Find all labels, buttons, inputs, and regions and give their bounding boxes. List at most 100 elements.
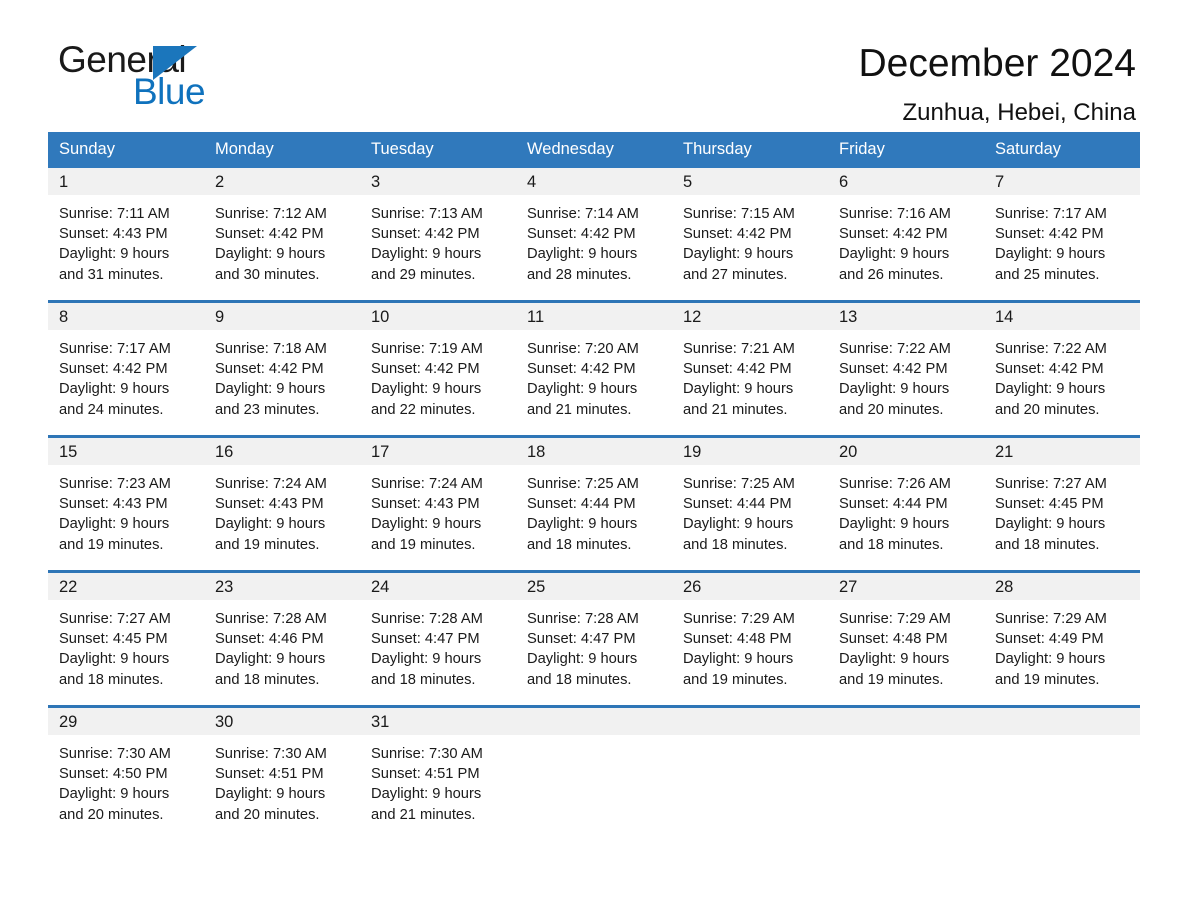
calendar-day-cell[interactable]: 6 Sunrise: 7:16 AM Sunset: 4:42 PM Dayli… bbox=[828, 168, 984, 302]
calendar-day-cell[interactable]: 24 Sunrise: 7:28 AM Sunset: 4:47 PM Dayl… bbox=[360, 570, 516, 707]
daylight-text-line1: Daylight: 9 hours bbox=[371, 651, 482, 668]
day-details: Sunrise: 7:22 AM Sunset: 4:42 PM Dayligh… bbox=[984, 330, 1140, 420]
calendar-day-cell[interactable]: 13 Sunrise: 7:22 AM Sunset: 4:42 PM Dayl… bbox=[828, 300, 984, 437]
calendar-day-cell[interactable]: 17 Sunrise: 7:24 AM Sunset: 4:43 PM Dayl… bbox=[360, 435, 516, 572]
day-number: 1 bbox=[48, 168, 204, 195]
calendar-day-cell[interactable]: 3 Sunrise: 7:13 AM Sunset: 4:42 PM Dayli… bbox=[360, 168, 516, 302]
sunrise-text: Sunrise: 7:22 AM bbox=[995, 341, 1107, 357]
daylight-text-line2: and 27 minutes. bbox=[683, 266, 788, 283]
calendar-day-cell[interactable]: 4 Sunrise: 7:14 AM Sunset: 4:42 PM Dayli… bbox=[516, 168, 672, 302]
day-number bbox=[828, 708, 984, 735]
sunrise-text: Sunrise: 7:24 AM bbox=[371, 476, 483, 492]
sunrise-text: Sunrise: 7:23 AM bbox=[59, 476, 171, 492]
calendar-day-cell[interactable]: 18 Sunrise: 7:25 AM Sunset: 4:44 PM Dayl… bbox=[516, 435, 672, 572]
sunrise-text: Sunrise: 7:26 AM bbox=[839, 476, 951, 492]
calendar-day-cell[interactable]: 25 Sunrise: 7:28 AM Sunset: 4:47 PM Dayl… bbox=[516, 570, 672, 707]
daylight-text-line2: and 29 minutes. bbox=[371, 266, 476, 283]
day-details: Sunrise: 7:26 AM Sunset: 4:44 PM Dayligh… bbox=[828, 465, 984, 555]
daylight-text-line2: and 24 minutes. bbox=[59, 401, 164, 418]
day-details: Sunrise: 7:28 AM Sunset: 4:47 PM Dayligh… bbox=[516, 600, 672, 690]
page-header: General Blue December 2024 Zunhua, Hebei… bbox=[48, 0, 1140, 127]
daylight-text-line1: Daylight: 9 hours bbox=[215, 786, 326, 803]
sunrise-text: Sunrise: 7:28 AM bbox=[215, 611, 327, 627]
sunset-text: Sunset: 4:42 PM bbox=[683, 226, 792, 243]
sunrise-text: Sunrise: 7:20 AM bbox=[527, 341, 639, 357]
calendar-day-cell[interactable]: 16 Sunrise: 7:24 AM Sunset: 4:43 PM Dayl… bbox=[204, 435, 360, 572]
day-number: 29 bbox=[48, 708, 204, 735]
calendar-body: 1 Sunrise: 7:11 AM Sunset: 4:43 PM Dayli… bbox=[48, 168, 1140, 840]
calendar-day-cell[interactable]: 26 Sunrise: 7:29 AM Sunset: 4:48 PM Dayl… bbox=[672, 570, 828, 707]
calendar-day-cell[interactable]: 22 Sunrise: 7:27 AM Sunset: 4:45 PM Dayl… bbox=[48, 570, 204, 707]
daylight-text-line2: and 19 minutes. bbox=[683, 671, 788, 688]
daylight-text-line1: Daylight: 9 hours bbox=[371, 516, 482, 533]
day-number: 19 bbox=[672, 438, 828, 465]
calendar-day-cell[interactable]: 11 Sunrise: 7:20 AM Sunset: 4:42 PM Dayl… bbox=[516, 300, 672, 437]
day-number: 20 bbox=[828, 438, 984, 465]
daylight-text-line2: and 26 minutes. bbox=[839, 266, 944, 283]
day-number: 11 bbox=[516, 303, 672, 330]
calendar-day-cell[interactable]: 27 Sunrise: 7:29 AM Sunset: 4:48 PM Dayl… bbox=[828, 570, 984, 707]
daylight-text-line1: Daylight: 9 hours bbox=[683, 381, 794, 398]
calendar-day-cell[interactable]: 19 Sunrise: 7:25 AM Sunset: 4:44 PM Dayl… bbox=[672, 435, 828, 572]
day-number: 5 bbox=[672, 168, 828, 195]
title-block: December 2024 Zunhua, Hebei, China bbox=[859, 40, 1141, 130]
daylight-text-line2: and 18 minutes. bbox=[215, 671, 320, 688]
calendar-day-cell[interactable]: 1 Sunrise: 7:11 AM Sunset: 4:43 PM Dayli… bbox=[48, 168, 204, 302]
day-details bbox=[984, 735, 1140, 744]
calendar-week-row: 15 Sunrise: 7:23 AM Sunset: 4:43 PM Dayl… bbox=[48, 435, 1140, 572]
calendar-day-cell[interactable]: 12 Sunrise: 7:21 AM Sunset: 4:42 PM Dayl… bbox=[672, 300, 828, 437]
daylight-text-line1: Daylight: 9 hours bbox=[839, 381, 950, 398]
calendar-day-cell[interactable]: 23 Sunrise: 7:28 AM Sunset: 4:46 PM Dayl… bbox=[204, 570, 360, 707]
calendar-day-cell[interactable]: 14 Sunrise: 7:22 AM Sunset: 4:42 PM Dayl… bbox=[984, 300, 1140, 437]
day-number: 18 bbox=[516, 438, 672, 465]
sunrise-text: Sunrise: 7:25 AM bbox=[527, 476, 639, 492]
calendar-day-cell[interactable]: 9 Sunrise: 7:18 AM Sunset: 4:42 PM Dayli… bbox=[204, 300, 360, 437]
day-details: Sunrise: 7:19 AM Sunset: 4:42 PM Dayligh… bbox=[360, 330, 516, 420]
daylight-text-line2: and 18 minutes. bbox=[371, 671, 476, 688]
sunrise-text: Sunrise: 7:28 AM bbox=[527, 611, 639, 627]
daylight-text-line2: and 20 minutes. bbox=[995, 401, 1100, 418]
weekday-header-thursday: Thursday bbox=[672, 132, 828, 168]
daylight-text-line1: Daylight: 9 hours bbox=[527, 381, 638, 398]
daylight-text-line1: Daylight: 9 hours bbox=[215, 516, 326, 533]
daylight-text-line2: and 20 minutes. bbox=[59, 806, 164, 823]
calendar-day-cell[interactable]: 31 Sunrise: 7:30 AM Sunset: 4:51 PM Dayl… bbox=[360, 705, 516, 840]
calendar-day-cell[interactable]: 29 Sunrise: 7:30 AM Sunset: 4:50 PM Dayl… bbox=[48, 705, 204, 840]
sunrise-text: Sunrise: 7:21 AM bbox=[683, 341, 795, 357]
daylight-text-line2: and 19 minutes. bbox=[995, 671, 1100, 688]
sunrise-text: Sunrise: 7:16 AM bbox=[839, 206, 951, 222]
weekday-header-row: Sunday Monday Tuesday Wednesday Thursday… bbox=[48, 132, 1140, 168]
daylight-text-line2: and 21 minutes. bbox=[683, 401, 788, 418]
calendar-day-cell[interactable]: 7 Sunrise: 7:17 AM Sunset: 4:42 PM Dayli… bbox=[984, 168, 1140, 302]
generalblue-logo[interactable]: General Blue bbox=[48, 40, 288, 116]
day-number: 6 bbox=[828, 168, 984, 195]
calendar-day-cell[interactable]: 21 Sunrise: 7:27 AM Sunset: 4:45 PM Dayl… bbox=[984, 435, 1140, 572]
daylight-text-line1: Daylight: 9 hours bbox=[215, 651, 326, 668]
day-number: 14 bbox=[984, 303, 1140, 330]
calendar-day-cell[interactable]: 2 Sunrise: 7:12 AM Sunset: 4:42 PM Dayli… bbox=[204, 168, 360, 302]
calendar-day-cell[interactable]: 10 Sunrise: 7:19 AM Sunset: 4:42 PM Dayl… bbox=[360, 300, 516, 437]
daylight-text-line1: Daylight: 9 hours bbox=[215, 246, 326, 263]
location-subtitle: Zunhua, Hebei, China bbox=[902, 99, 1136, 126]
sunrise-text: Sunrise: 7:27 AM bbox=[59, 611, 171, 627]
sunset-text: Sunset: 4:50 PM bbox=[59, 766, 168, 783]
sunrise-text: Sunrise: 7:17 AM bbox=[995, 206, 1107, 222]
sunrise-text: Sunrise: 7:29 AM bbox=[839, 611, 951, 627]
calendar-day-cell[interactable]: 15 Sunrise: 7:23 AM Sunset: 4:43 PM Dayl… bbox=[48, 435, 204, 572]
daylight-text-line1: Daylight: 9 hours bbox=[527, 246, 638, 263]
day-number: 21 bbox=[984, 438, 1140, 465]
calendar-day-cell-empty bbox=[984, 705, 1140, 840]
sunset-text: Sunset: 4:48 PM bbox=[839, 631, 948, 648]
sunset-text: Sunset: 4:44 PM bbox=[527, 496, 636, 513]
calendar-day-cell[interactable]: 20 Sunrise: 7:26 AM Sunset: 4:44 PM Dayl… bbox=[828, 435, 984, 572]
day-number: 8 bbox=[48, 303, 204, 330]
calendar-day-cell[interactable]: 28 Sunrise: 7:29 AM Sunset: 4:49 PM Dayl… bbox=[984, 570, 1140, 707]
calendar-day-cell[interactable]: 8 Sunrise: 7:17 AM Sunset: 4:42 PM Dayli… bbox=[48, 300, 204, 437]
calendar-week-row: 1 Sunrise: 7:11 AM Sunset: 4:43 PM Dayli… bbox=[48, 168, 1140, 302]
daylight-text-line2: and 18 minutes. bbox=[527, 536, 632, 553]
sunrise-text: Sunrise: 7:25 AM bbox=[683, 476, 795, 492]
calendar-day-cell[interactable]: 30 Sunrise: 7:30 AM Sunset: 4:51 PM Dayl… bbox=[204, 705, 360, 840]
sunrise-text: Sunrise: 7:13 AM bbox=[371, 206, 483, 222]
calendar-day-cell[interactable]: 5 Sunrise: 7:15 AM Sunset: 4:42 PM Dayli… bbox=[672, 168, 828, 302]
daylight-text-line2: and 18 minutes. bbox=[527, 671, 632, 688]
